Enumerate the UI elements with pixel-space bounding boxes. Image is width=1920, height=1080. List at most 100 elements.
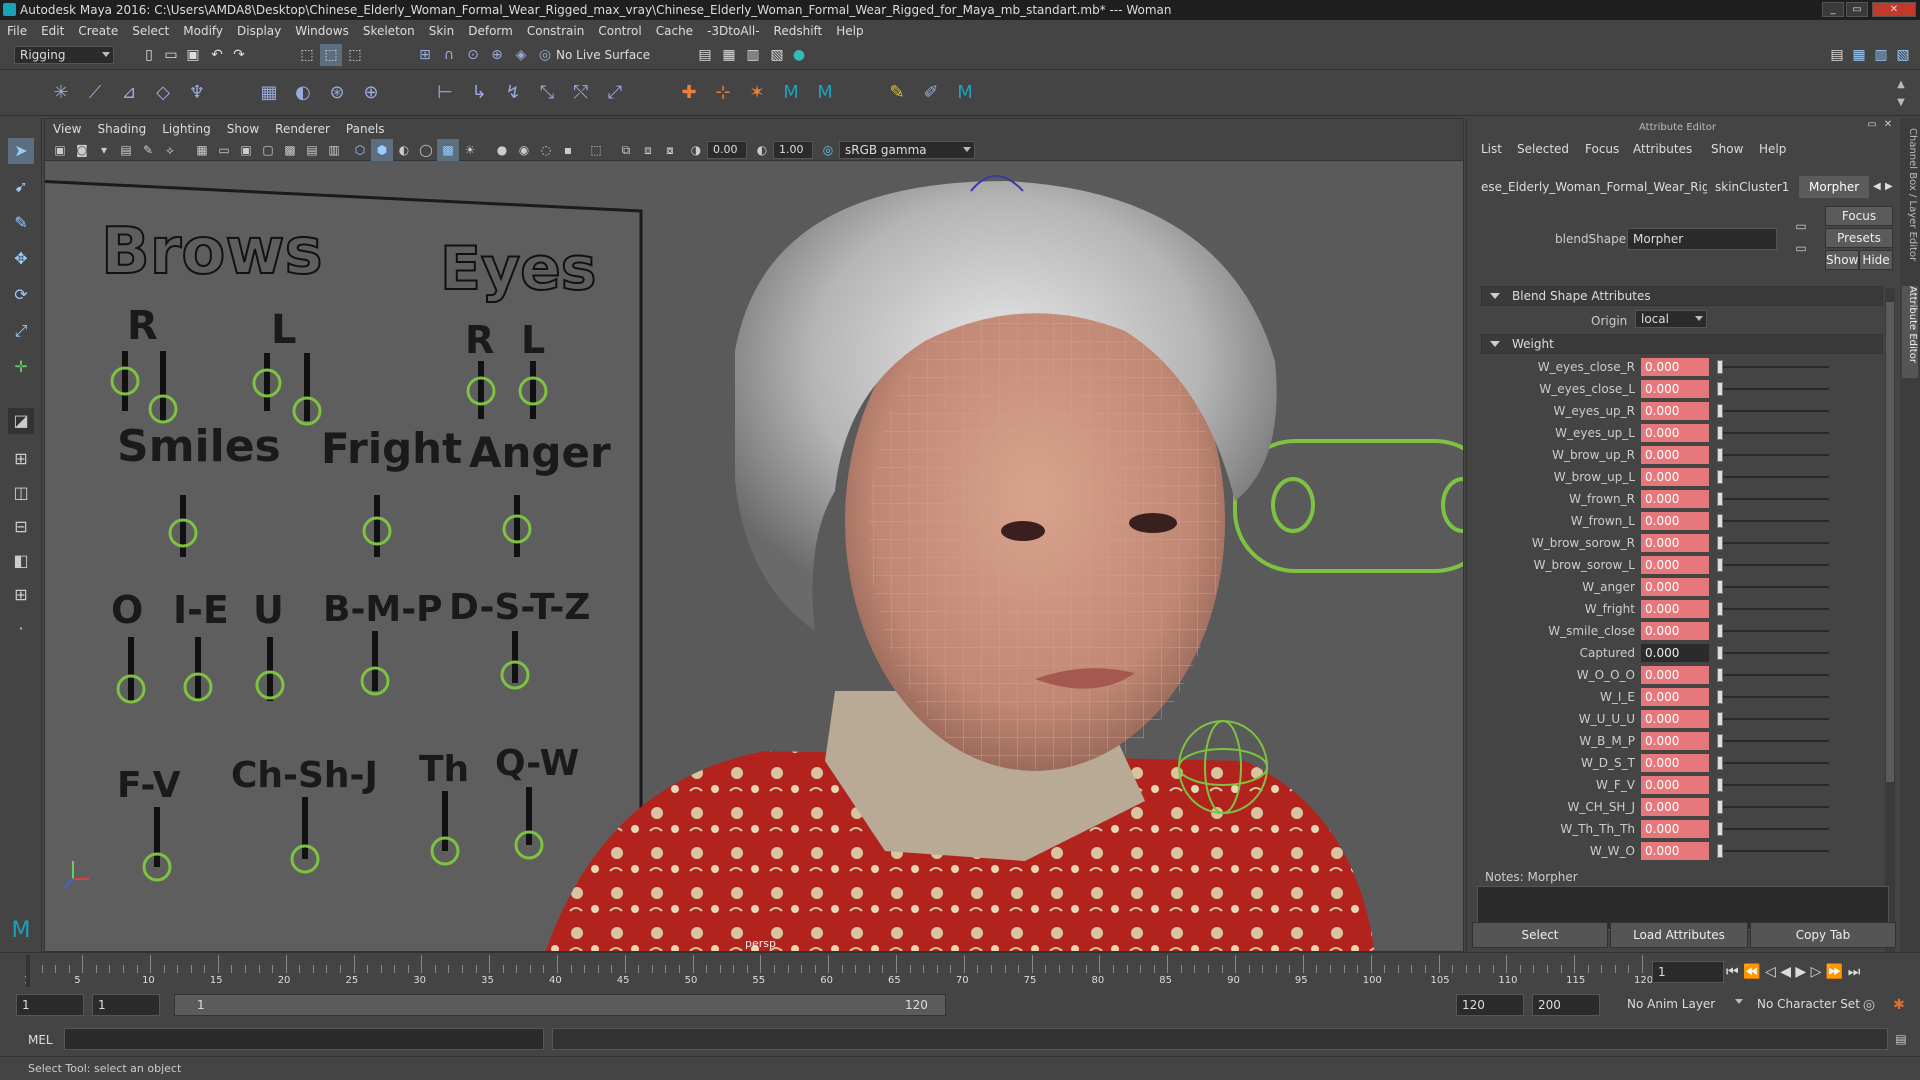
- select-button[interactable]: Select: [1472, 922, 1608, 948]
- menu-constrain[interactable]: Constrain: [520, 20, 592, 42]
- play-backward-icon[interactable]: ◀: [1780, 964, 1791, 980]
- section-weight[interactable]: Weight: [1481, 334, 1883, 354]
- menu-redshift[interactable]: Redshift: [767, 20, 830, 42]
- weight-value-field[interactable]: 0.000: [1641, 820, 1709, 838]
- weight-slider-handle[interactable]: [1717, 404, 1723, 418]
- safe-title-icon[interactable]: ▥: [323, 139, 345, 161]
- shadows-icon[interactable]: ●: [491, 139, 513, 161]
- image-plane-icon[interactable]: ▤: [115, 139, 137, 161]
- viewport-canvas[interactable]: Brows Eyes R L R L Smiles Fright Anger O…: [45, 161, 1464, 951]
- menu-create[interactable]: Create: [71, 20, 125, 42]
- preferences-icon[interactable]: ✱: [1888, 994, 1910, 1016]
- resolution-gate-icon[interactable]: ▣: [235, 139, 257, 161]
- weight-slider-handle[interactable]: [1717, 844, 1723, 858]
- pole-vector-icon[interactable]: ⤢: [604, 82, 626, 104]
- weight-slider-handle[interactable]: [1717, 514, 1723, 528]
- new-scene-icon[interactable]: ▯: [138, 44, 160, 66]
- ae-menu-focus[interactable]: Focus: [1579, 138, 1625, 160]
- weight-value-field[interactable]: 0.000: [1641, 490, 1709, 508]
- weight-slider-track[interactable]: [1719, 366, 1829, 368]
- weight-value-field[interactable]: 0.000: [1641, 688, 1709, 706]
- weight-slider-handle[interactable]: [1717, 382, 1723, 396]
- default-material-icon[interactable]: ◯: [415, 139, 437, 161]
- textured-icon[interactable]: ▩: [437, 139, 459, 161]
- exposure-field[interactable]: 0.00: [707, 141, 747, 159]
- menu-display[interactable]: Display: [230, 20, 288, 42]
- tab-skincluster[interactable]: skinCluster1: [1709, 176, 1795, 198]
- skeleton-icon[interactable]: ♆: [186, 82, 208, 104]
- weight-value-field[interactable]: 0.000: [1641, 446, 1709, 464]
- render-settings-icon[interactable]: ▧: [766, 44, 788, 66]
- weight-slider-handle[interactable]: [1717, 734, 1723, 748]
- attribute-editor-side-tab[interactable]: Attribute Editor: [1902, 286, 1918, 378]
- maximize-button[interactable]: ▭: [1846, 2, 1868, 17]
- ae-menu-attributes[interactable]: Attributes: [1627, 138, 1698, 160]
- exposure-icon[interactable]: ◑: [685, 139, 707, 161]
- weight-slider-handle[interactable]: [1717, 646, 1723, 660]
- weight-slider-handle[interactable]: [1717, 778, 1723, 792]
- more-layouts-icon[interactable]: ·: [8, 616, 34, 642]
- weight-slider-handle[interactable]: [1717, 360, 1723, 374]
- single-pane-layout-icon[interactable]: ◪: [8, 408, 34, 434]
- safe-action-icon[interactable]: ▤: [301, 139, 323, 161]
- section-blend-shape-attributes[interactable]: Blend Shape Attributes: [1481, 286, 1883, 306]
- gamma-icon[interactable]: ◐: [751, 139, 773, 161]
- live-surface-label[interactable]: No Live Surface: [556, 48, 650, 62]
- weight-slider-track[interactable]: [1719, 696, 1829, 698]
- presets-button[interactable]: Presets: [1825, 228, 1893, 248]
- snap-point-icon[interactable]: ⊙: [462, 44, 484, 66]
- mode-dropdown[interactable]: Rigging: [14, 46, 114, 64]
- weight-value-field[interactable]: 0.000: [1641, 358, 1709, 376]
- weight-value-field[interactable]: 0.000: [1641, 578, 1709, 596]
- channel-box-side-tab[interactable]: Channel Box / Layer Editor: [1902, 128, 1918, 278]
- bone-locator-icon[interactable]: ⊹: [712, 82, 734, 104]
- playhead[interactable]: [26, 955, 30, 987]
- weight-slider-track[interactable]: [1719, 432, 1829, 434]
- menu-help[interactable]: Help: [829, 20, 870, 42]
- channel-box-toggle-icon[interactable]: ▦: [1848, 44, 1870, 66]
- tab-next-icon[interactable]: ▶: [1879, 176, 1899, 198]
- render-frame-icon[interactable]: ▦: [718, 44, 740, 66]
- weight-value-field[interactable]: 0.000: [1641, 644, 1709, 662]
- weight-slider-track[interactable]: [1719, 410, 1829, 412]
- last-tool-icon[interactable]: ✛: [8, 354, 34, 380]
- weight-slider-handle[interactable]: [1717, 756, 1723, 770]
- play-forward-icon[interactable]: ▶: [1795, 964, 1806, 980]
- menu-3dtoall[interactable]: -3DtoAll-: [700, 20, 766, 42]
- weight-slider-handle[interactable]: [1717, 822, 1723, 836]
- ae-menu-show[interactable]: Show: [1705, 138, 1749, 160]
- gate-mask-icon[interactable]: ▢: [257, 139, 279, 161]
- orient-constraint-icon[interactable]: ↯: [502, 82, 524, 104]
- weight-value-field[interactable]: 0.000: [1641, 776, 1709, 794]
- weight-slider-handle[interactable]: [1717, 426, 1723, 440]
- weight-slider-track[interactable]: [1719, 674, 1829, 676]
- weight-slider-handle[interactable]: [1717, 536, 1723, 550]
- command-input[interactable]: [64, 1028, 544, 1050]
- jaw-control[interactable]: [1233, 439, 1464, 573]
- step-back-frame-icon[interactable]: ◁: [1765, 964, 1776, 980]
- save-scene-icon[interactable]: ▣: [182, 44, 204, 66]
- weight-value-field[interactable]: 0.000: [1641, 666, 1709, 684]
- tool-settings-toggle-icon[interactable]: ▧: [1892, 44, 1914, 66]
- weight-value-field[interactable]: 0.000: [1641, 710, 1709, 728]
- go-to-end-icon[interactable]: ⏭: [1848, 964, 1861, 980]
- menu-skeleton[interactable]: Skeleton: [356, 20, 422, 42]
- weight-slider-handle[interactable]: [1717, 602, 1723, 616]
- undo-icon[interactable]: ↶: [206, 44, 228, 66]
- menu-skin[interactable]: Skin: [422, 20, 462, 42]
- weight-slider-track[interactable]: [1719, 608, 1829, 610]
- weight-slider-track[interactable]: [1719, 762, 1829, 764]
- weight-value-field[interactable]: 0.000: [1641, 534, 1709, 552]
- range-slider[interactable]: 1 120: [174, 994, 946, 1016]
- menu-select[interactable]: Select: [125, 20, 176, 42]
- weight-slider-handle[interactable]: [1717, 624, 1723, 638]
- tab-morpher[interactable]: Morpher: [1799, 176, 1870, 198]
- right-eye[interactable]: [1129, 513, 1177, 533]
- weight-slider-track[interactable]: [1719, 784, 1829, 786]
- attribute-editor-toggle-icon[interactable]: ▥: [1870, 44, 1892, 66]
- weight-value-field[interactable]: 0.000: [1641, 512, 1709, 530]
- float-panel-icon[interactable]: ▭: [1865, 118, 1879, 132]
- step-forward-frame-icon[interactable]: ▷: [1811, 964, 1822, 980]
- maya-m-icon[interactable]: M: [780, 82, 802, 104]
- auto-key-icon[interactable]: ◎: [1858, 994, 1880, 1016]
